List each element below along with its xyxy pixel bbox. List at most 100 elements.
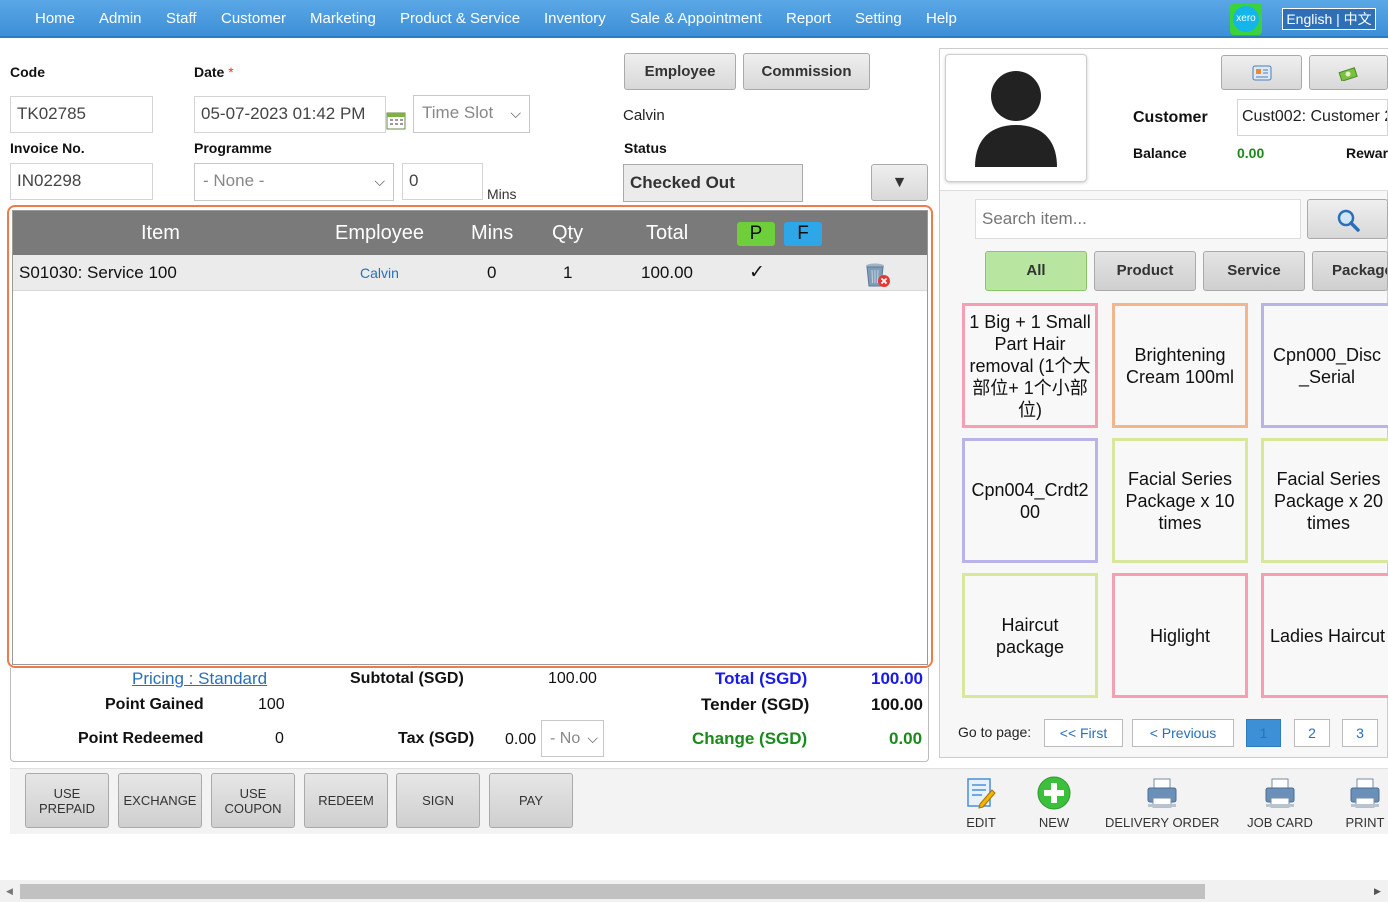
point-gained-label: Point Gained [105,696,204,713]
scrollbar-thumb[interactable] [20,884,1205,899]
col-p-badge[interactable]: P [737,222,775,246]
category-service[interactable]: Service [1203,251,1305,291]
status-field: Checked Out [623,164,803,202]
product-tile[interactable]: Cpn004_Crdt200 [962,438,1098,563]
customer-card-button[interactable] [1221,55,1302,90]
job-card-tool[interactable]: JOB CARD [1246,776,1314,830]
category-all[interactable]: All [985,251,1087,291]
pagination-page-2[interactable]: 2 [1294,719,1330,747]
nav-inventory[interactable]: Inventory [544,10,606,27]
cart-table-header: Item Employee Mins Qty Total P F [13,211,927,255]
scroll-right-icon[interactable]: ▶ [1374,886,1381,897]
invoice-label: Invoice No. [10,140,85,156]
print-tool[interactable]: PRINT [1343,776,1387,830]
tile-label: Brightening Cream 100ml [1125,344,1235,387]
status-dropdown-button[interactable]: ▼ [871,164,928,201]
printer-icon [1343,776,1387,813]
product-tile[interactable]: Cpn000_Disc_Serial [1261,303,1388,428]
product-tile[interactable]: Facial Series Package x 10 times [1112,438,1248,563]
nav-report[interactable]: Report [786,10,831,27]
pagination-page-1[interactable]: 1 [1246,719,1281,747]
nav-staff[interactable]: Staff [166,10,197,27]
table-row[interactable]: S01030: Service 100 Calvin 0 1 100.00 ✓ [13,255,927,291]
row-qty: 1 [563,263,573,282]
id-card-icon [1252,65,1271,81]
use-prepaid-button[interactable]: USE PREPAID [25,773,109,828]
pay-button[interactable]: PAY [489,773,573,828]
user-silhouette-icon [975,71,1057,167]
commission-button[interactable]: Commission [743,53,870,90]
employee-button[interactable]: Employee [624,53,736,90]
invoice-field[interactable]: IN02298 [10,163,153,200]
nav-admin[interactable]: Admin [99,10,142,27]
nav-sale-appointment[interactable]: Sale & Appointment [630,10,762,27]
date-field[interactable]: 05-07-2023 01:42 PM [194,96,386,133]
plus-circle-icon [1035,776,1073,813]
cash-icon [1338,67,1358,82]
search-input[interactable] [975,199,1301,239]
pagination-previous[interactable]: < Previous [1132,719,1234,747]
language-switch[interactable]: English | 中文 [1282,8,1376,30]
search-button[interactable] [1307,199,1388,239]
pagination-page-3[interactable]: 3 [1342,719,1378,747]
nav-help[interactable]: Help [926,10,957,27]
product-tile[interactable]: Higlight [1112,573,1248,698]
row-mins: 0 [487,263,497,282]
col-f-badge[interactable]: F [784,222,822,246]
mins-unit-label: Mins [487,186,517,202]
product-tile[interactable]: Haircut package [962,573,1098,698]
customer-field[interactable]: Cust002: Customer 2 [1237,99,1388,136]
print-label: PRINT [1345,815,1385,830]
use-coupon-button[interactable]: USE COUPON [211,773,295,828]
col-employee-header: Employee [335,222,424,244]
nav-product-service[interactable]: Product & Service [400,10,520,27]
exchange-button[interactable]: EXCHANGE [118,773,202,828]
tax-select[interactable]: - No ⌵ [541,720,604,757]
delivery-order-tool[interactable]: DELIVERY ORDER [1105,776,1219,830]
calendar-icon[interactable] [386,110,406,135]
avatar[interactable] [945,54,1087,182]
customer-payment-button[interactable] [1309,55,1388,90]
xero-logo: xero [1233,6,1259,32]
edit-tool[interactable]: EDIT [962,776,1000,830]
printer-icon [1246,776,1314,813]
programme-mins-field[interactable]: 0 [402,163,483,200]
nav-customer[interactable]: Customer [221,10,286,27]
pricing-link[interactable]: Pricing : Standard [132,669,267,689]
nav-setting[interactable]: Setting [855,10,902,27]
row-employee-link[interactable]: Calvin [360,255,399,291]
nav-marketing[interactable]: Marketing [310,10,376,27]
total-label: Total (SGD) [715,669,808,688]
scroll-left-icon[interactable]: ◀ [6,886,13,897]
col-mins-header: Mins [471,222,514,244]
xero-button[interactable]: xero [1230,3,1262,35]
category-product[interactable]: Product [1094,251,1196,291]
redeem-button[interactable]: REDEEM [304,773,388,828]
product-tile[interactable]: 1 Big + 1 Small Part Hair removal (1个大部位… [962,303,1098,428]
tile-label: 1 Big + 1 Small Part Hair removal (1个大部位… [969,311,1091,420]
trash-icon[interactable] [864,262,892,293]
subtotal-label: Subtotal (SGD) [350,670,464,687]
tender-value: 100.00 [871,695,923,714]
new-tool[interactable]: NEW [1035,776,1073,830]
pagination-first[interactable]: << First [1044,719,1123,747]
time-slot-select[interactable]: Time Slot ⌵ [413,95,530,133]
chevron-down-icon: ⌵ [510,105,521,121]
change-label: Change (SGD) [692,729,808,748]
category-package[interactable]: Package [1312,251,1388,291]
chevron-down-icon: ⌵ [587,730,598,746]
product-tile[interactable]: Ladies Haircut [1261,573,1388,698]
product-tile[interactable]: Facial Series Package x 20 times [1261,438,1388,563]
required-marker: * [228,64,234,80]
code-field[interactable]: TK02785 [10,96,153,133]
nav-home[interactable]: Home [35,10,75,27]
sign-button[interactable]: SIGN [396,773,480,828]
tile-label: Higlight [1149,625,1211,646]
programme-select[interactable]: - None - ⌵ [194,163,394,201]
edit-label: EDIT [966,815,996,830]
totals-panel: Pricing : Standard Subtotal (SGD) 100.00… [10,668,929,762]
printer-icon [1105,776,1219,813]
product-tile[interactable]: Brightening Cream 100ml [1112,303,1248,428]
total-value: 100.00 [871,669,923,688]
job-card-label: JOB CARD [1247,815,1313,830]
